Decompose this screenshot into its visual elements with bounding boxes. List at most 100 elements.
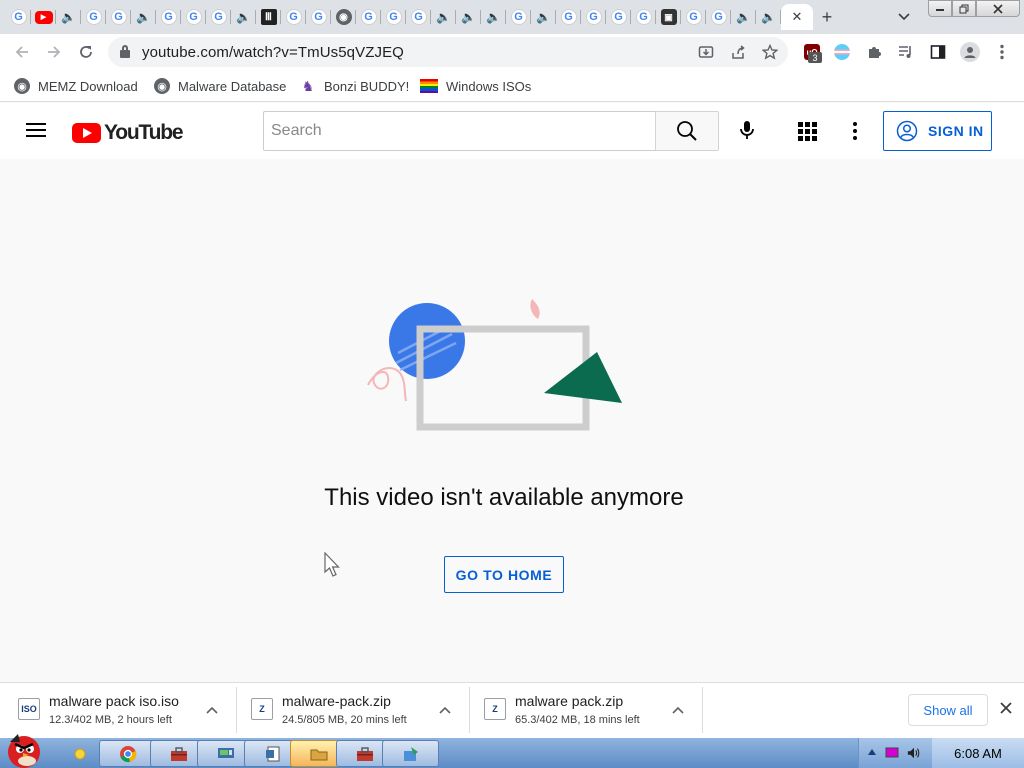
lock-icon[interactable] bbox=[120, 45, 130, 58]
minimize-button[interactable] bbox=[928, 0, 952, 17]
tray-display-icon[interactable] bbox=[885, 746, 899, 760]
voice-search-button[interactable] bbox=[732, 115, 762, 145]
google-icon: G bbox=[85, 9, 102, 25]
browser-tab[interactable]: Ⅲ bbox=[256, 4, 281, 30]
new-tab-button[interactable]: + bbox=[816, 6, 838, 28]
browser-tab[interactable]: 🔈 bbox=[731, 4, 756, 30]
url-text[interactable]: youtube.com/watch?v=TmUs5qVZJEQ bbox=[142, 44, 404, 61]
volume-icon[interactable] bbox=[907, 746, 921, 760]
chevron-up-icon[interactable] bbox=[206, 702, 218, 717]
browser-tab[interactable]: G bbox=[581, 4, 606, 30]
reload-button[interactable] bbox=[74, 40, 98, 64]
close-download-shelf-button[interactable] bbox=[996, 698, 1016, 718]
browser-tab[interactable]: G bbox=[506, 4, 531, 30]
system-clock[interactable]: 6:08 AM bbox=[932, 738, 1024, 768]
window-close-button[interactable] bbox=[976, 0, 1020, 17]
show-all-downloads-button[interactable]: Show all bbox=[908, 694, 988, 726]
active-tab[interactable]: ✕ bbox=[781, 4, 813, 30]
google-icon: G bbox=[360, 9, 377, 25]
bookmark-malware-database[interactable]: ◉ Malware Database bbox=[154, 76, 286, 96]
browser-tab[interactable]: G bbox=[6, 4, 31, 30]
blue-circle-shape bbox=[389, 303, 465, 379]
sign-in-button[interactable]: SIGN IN bbox=[883, 111, 992, 151]
audio-icon: 🔈 bbox=[536, 10, 551, 24]
kebab-menu-icon bbox=[1000, 44, 1004, 60]
taskbar-chrome-button[interactable] bbox=[99, 740, 156, 767]
trans-flag-extension-icon[interactable] bbox=[834, 44, 850, 60]
share-icon[interactable] bbox=[728, 42, 748, 62]
search-button[interactable] bbox=[655, 111, 719, 151]
youtube-apps-icon[interactable] bbox=[796, 120, 818, 142]
install-app-icon[interactable] bbox=[696, 42, 716, 62]
browser-menu-button[interactable] bbox=[992, 42, 1012, 62]
extensions-puzzle-icon[interactable] bbox=[864, 42, 884, 62]
tab-search-button[interactable] bbox=[894, 8, 914, 26]
go-to-home-button[interactable]: GO TO HOME bbox=[444, 556, 564, 593]
taskbar-installer-button[interactable] bbox=[382, 740, 439, 767]
bookmark-windows-isos[interactable]: Windows ISOs bbox=[420, 76, 531, 96]
chevron-up-icon[interactable] bbox=[439, 702, 451, 717]
download-item[interactable]: ISO malware pack iso.iso 12.3/402 MB, 2 … bbox=[18, 689, 224, 733]
device-manager-icon bbox=[217, 747, 234, 758]
bookmark-memz-download[interactable]: ◉ MEMZ Download bbox=[14, 76, 138, 96]
google-icon: G bbox=[160, 9, 177, 25]
browser-tab[interactable]: G bbox=[681, 4, 706, 30]
audio-icon: 🔈 bbox=[736, 10, 751, 24]
browser-tab[interactable]: 🔈 bbox=[56, 4, 81, 30]
bookmark-bonzi-buddy[interactable]: ♞ Bonzi BUDDY! bbox=[300, 76, 410, 96]
browser-tab[interactable]: 🔈 bbox=[756, 4, 781, 30]
browser-tab[interactable]: G bbox=[381, 4, 406, 30]
address-bar[interactable]: youtube.com/watch?v=TmUs5qVZJEQ bbox=[108, 37, 788, 67]
browser-tab[interactable]: G bbox=[281, 4, 306, 30]
download-status: 65.3/402 MB, 18 mins left bbox=[515, 714, 640, 726]
browser-tab[interactable]: ▣ bbox=[656, 4, 681, 30]
download-item[interactable]: Z malware-pack.zip 24.5/805 MB, 20 mins … bbox=[251, 689, 457, 733]
browser-tab[interactable]: 🔈 bbox=[481, 4, 506, 30]
chevron-up-icon[interactable] bbox=[672, 702, 684, 717]
download-separator bbox=[702, 687, 703, 733]
google-icon: G bbox=[610, 9, 627, 25]
browser-tab[interactable]: G bbox=[181, 4, 206, 30]
browser-tab[interactable]: G bbox=[406, 4, 431, 30]
browser-tab[interactable]: G bbox=[356, 4, 381, 30]
quick-launch-sun-icon[interactable] bbox=[60, 740, 100, 767]
browser-tab[interactable]: G bbox=[606, 4, 631, 30]
browser-tab[interactable]: G bbox=[106, 4, 131, 30]
restore-button[interactable] bbox=[952, 0, 976, 17]
browser-tab[interactable]: G bbox=[206, 4, 231, 30]
bookmark-star-icon[interactable] bbox=[760, 42, 780, 62]
hamburger-menu-icon[interactable] bbox=[26, 123, 46, 137]
profile-avatar-icon[interactable] bbox=[960, 42, 980, 62]
browser-tab[interactable]: G bbox=[631, 4, 656, 30]
download-item[interactable]: Z malware pack.zip 65.3/402 MB, 18 mins … bbox=[484, 689, 690, 733]
search-field[interactable] bbox=[263, 111, 656, 151]
browser-tab[interactable]: G bbox=[156, 4, 181, 30]
youtube-logo[interactable]: YouTube bbox=[72, 121, 184, 145]
browser-tab[interactable]: 🔈 bbox=[456, 4, 481, 30]
browser-tab[interactable]: G bbox=[556, 4, 581, 30]
side-panel-icon[interactable] bbox=[928, 42, 948, 62]
bookmark-label: Windows ISOs bbox=[446, 78, 532, 94]
browser-tab[interactable]: 🔈 bbox=[431, 4, 456, 30]
browser-tab[interactable]: 🔈 bbox=[531, 4, 556, 30]
download-separator bbox=[236, 687, 237, 733]
tray-arrow-icon[interactable] bbox=[865, 746, 879, 760]
search-input[interactable] bbox=[264, 112, 656, 150]
browser-tab[interactable]: G bbox=[706, 4, 731, 30]
google-icon: G bbox=[560, 9, 577, 25]
google-icon: G bbox=[685, 9, 702, 25]
browser-tab[interactable]: ▶ bbox=[31, 4, 56, 30]
browser-tab[interactable]: G bbox=[81, 4, 106, 30]
tab-close-icon[interactable]: ✕ bbox=[792, 9, 803, 25]
youtube-play-icon bbox=[72, 123, 101, 143]
media-controls-icon[interactable] bbox=[896, 42, 916, 62]
forward-button[interactable] bbox=[42, 40, 66, 64]
browser-tab[interactable]: ◉ bbox=[331, 4, 356, 30]
browser-tab[interactable]: 🔈 bbox=[231, 4, 256, 30]
settings-kebab-icon[interactable] bbox=[851, 120, 859, 142]
angry-bird-start-icon[interactable] bbox=[0, 730, 52, 768]
browser-tab[interactable]: 🔈 bbox=[131, 4, 156, 30]
back-button[interactable] bbox=[10, 40, 34, 64]
iso-file-icon: ISO bbox=[18, 698, 40, 720]
browser-tab[interactable]: G bbox=[306, 4, 331, 30]
